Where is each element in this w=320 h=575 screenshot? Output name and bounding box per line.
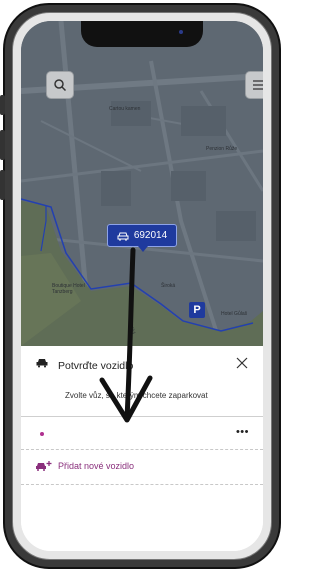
search-icon [54, 79, 67, 92]
close-icon[interactable] [235, 356, 249, 370]
hamburger-menu-icon [253, 80, 263, 90]
divider [21, 484, 263, 485]
sheet-header: Potvrďte vozidlo [21, 346, 263, 379]
camera-dot [179, 30, 183, 34]
car-icon [36, 359, 48, 368]
phone-frame: Cartou kamen Penzion Růže Boutique Hotel… [3, 3, 281, 569]
parking-zone-marker[interactable]: 692014 [107, 224, 177, 252]
side-button [0, 95, 5, 115]
add-vehicle-button[interactable]: Přidat nové vozidlo [35, 456, 134, 476]
sheet-title: Potvrďte vozidlo [58, 360, 134, 372]
volume-up-button [0, 130, 5, 160]
parking-sign[interactable]: P [189, 302, 205, 318]
divider [21, 449, 263, 450]
map-label-street: Cartou kamen [109, 106, 141, 112]
car-icon [117, 232, 129, 241]
map-label-hotel-tanzberg: Boutique Hotel Tanzberg [52, 283, 85, 295]
sheet-subtitle: Zvolte vůz, se kterým chcete zaparkovat [65, 391, 208, 400]
volume-down-button [0, 170, 5, 200]
map-label-siroka: Široká [161, 283, 176, 289]
phone-bezel: Cartou kamen Penzion Růže Boutique Hotel… [12, 12, 272, 560]
confirm-vehicle-sheet: Potvrďte vozidlo Zvolte vůz, se kterým c… [21, 346, 263, 551]
map-label-penzion: Penzion Růže [206, 146, 238, 152]
vehicle-more-button[interactable]: ••• [236, 426, 249, 438]
add-car-icon [36, 461, 52, 471]
map-view[interactable]: Cartou kamen Penzion Růže Boutique Hotel… [21, 21, 263, 346]
search-button[interactable] [46, 71, 74, 99]
map-label-hotel-gulas: Hotel Gůlaš [221, 311, 248, 317]
add-vehicle-label: Přidat nové vozidlo [58, 461, 135, 471]
vehicle-list-item[interactable]: ••• [21, 422, 263, 448]
map-background [21, 21, 263, 346]
vehicle-color-dot [40, 432, 44, 436]
divider [21, 416, 263, 417]
screen: Cartou kamen Penzion Růže Boutique Hotel… [21, 21, 263, 551]
menu-button[interactable] [245, 71, 263, 99]
notch [81, 21, 203, 47]
parking-zone-number: 692014 [133, 230, 168, 241]
home-indicator [95, 545, 187, 548]
